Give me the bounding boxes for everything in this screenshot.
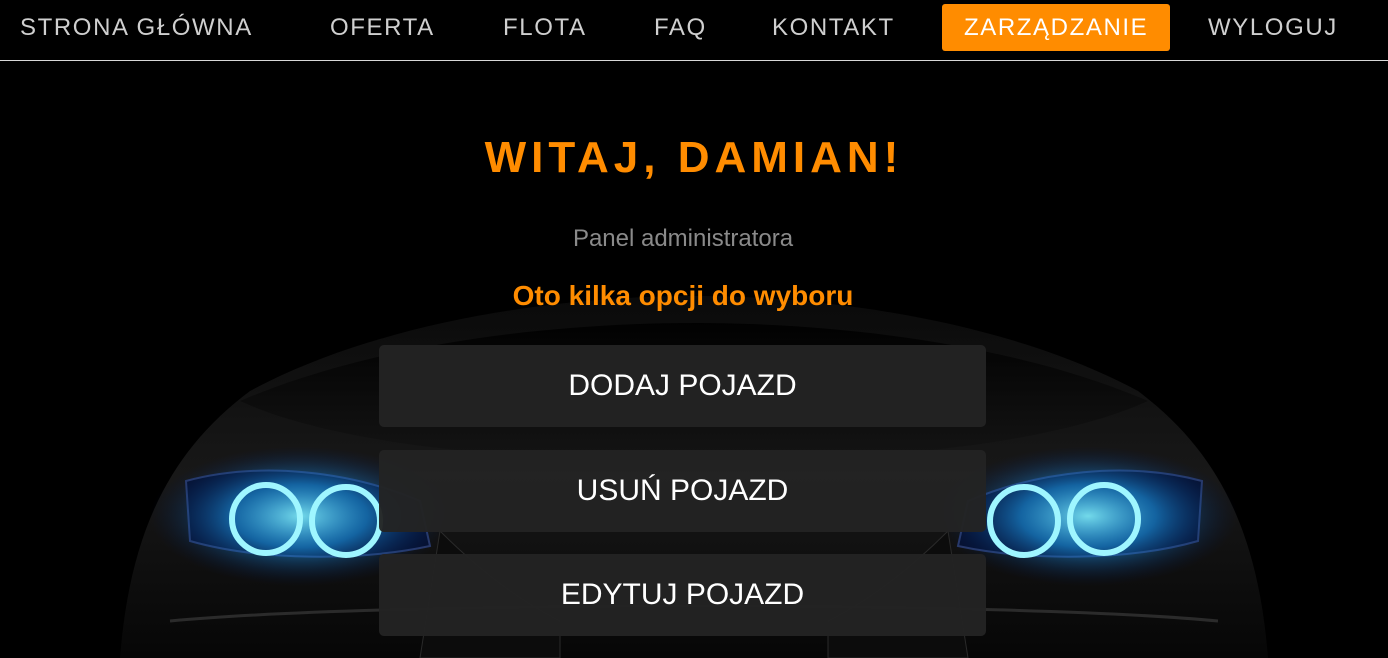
panel-subtitle: Panel administratora xyxy=(572,225,794,252)
nav-item-logout[interactable]: WYLOGUJ xyxy=(1208,4,1338,51)
welcome-heading: WITAJ, DAMIAN! xyxy=(484,133,904,182)
options-prompt: Oto kilka opcji do wyboru xyxy=(512,280,854,311)
page: STRONA GŁÓWNA OFERTA FLOTA FAQ KONTAKT Z… xyxy=(0,0,1388,658)
nav-item-offer[interactable]: OFERTA xyxy=(330,4,435,51)
nav-item-management[interactable]: ZARZĄDZANIE xyxy=(942,4,1171,51)
nav-item-faq[interactable]: FAQ xyxy=(654,4,707,51)
admin-panel: WITAJ, DAMIAN! Panel administratora Oto … xyxy=(0,61,1388,658)
edit-vehicle-button[interactable]: EDYTUJ POJAZD xyxy=(379,554,986,636)
nav-item-home[interactable]: STRONA GŁÓWNA xyxy=(20,4,253,51)
nav-item-fleet[interactable]: FLOTA xyxy=(503,4,587,51)
add-vehicle-button[interactable]: DODAJ POJAZD xyxy=(379,345,986,427)
nav-item-contact[interactable]: KONTAKT xyxy=(772,4,895,51)
remove-vehicle-button[interactable]: USUŃ POJAZD xyxy=(379,450,986,532)
main-navigation: STRONA GŁÓWNA OFERTA FLOTA FAQ KONTAKT Z… xyxy=(0,0,1388,61)
